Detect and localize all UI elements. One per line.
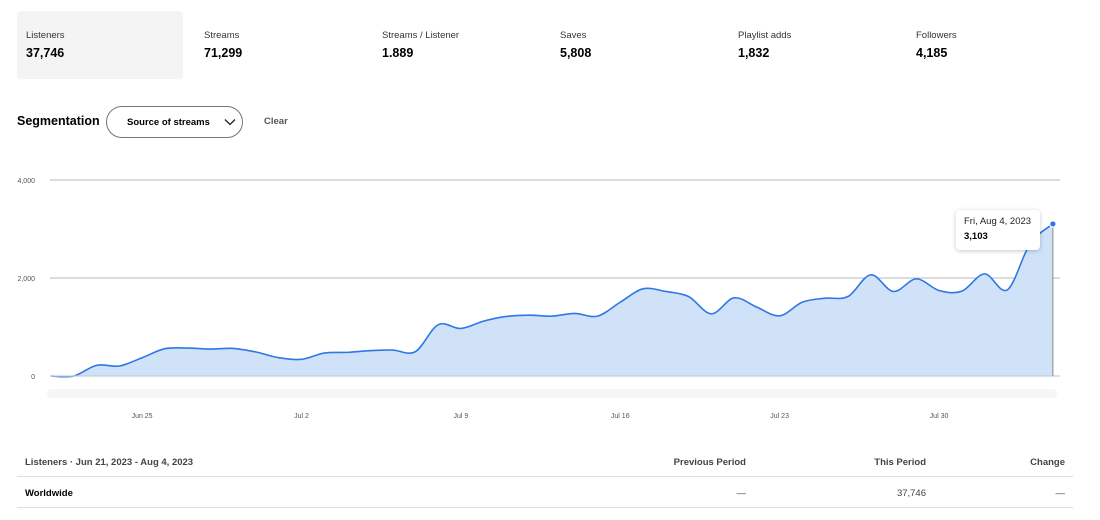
table-header-previous[interactable]: Previous Period — [674, 457, 746, 468]
metric-value: 1,832 — [738, 46, 770, 60]
metric-label: Streams / Listener — [382, 30, 460, 41]
listeners-chart[interactable]: 0 2,000 4,000 Jun 25 Jul 2 Jul 9 Jul 16 Jul 23… — [0, 160, 1100, 430]
metric-saves[interactable]: Saves 5,808 — [551, 11, 717, 79]
metric-streams-per-listener[interactable]: Streams / Listener 1.889 — [373, 11, 539, 79]
chart-scrollbar-track[interactable] — [47, 389, 1057, 398]
metric-value: 5,808 — [560, 46, 592, 60]
row-region: Worldwide — [25, 488, 73, 499]
row-change: — — [1055, 488, 1066, 499]
tooltip-date: Fri, Aug 4, 2023 — [964, 216, 1032, 227]
metric-value: 37,746 — [26, 46, 65, 60]
x-tick-label: Jul 23 — [770, 413, 789, 420]
table-row[interactable]: Worldwide — 37,746 — — [17, 477, 1073, 508]
segmentation-title: Segmentation — [17, 114, 100, 128]
metric-listeners[interactable]: Listeners 37,746 — [17, 11, 183, 79]
segmentation-dropdown[interactable]: Source of streams — [106, 106, 243, 138]
metric-label: Followers — [916, 30, 957, 41]
chart-tooltip: Fri, Aug 4, 2023 3,103 — [956, 210, 1040, 250]
x-tick-label: Jul 9 — [453, 413, 468, 420]
y-tick-label: 4,000 — [17, 178, 35, 185]
metric-label: Playlist adds — [738, 30, 792, 41]
metric-value: 4,185 — [916, 46, 948, 60]
table-header-this[interactable]: This Period — [874, 457, 926, 468]
metric-value: 1.889 — [382, 46, 414, 60]
metric-followers[interactable]: Followers 4,185 — [907, 11, 1073, 79]
metric-playlist-adds[interactable]: Playlist adds 1,832 — [729, 11, 895, 79]
x-tick-label: Jul 2 — [294, 413, 309, 420]
y-tick-label: 0 — [31, 374, 35, 381]
metric-value: 71,299 — [204, 46, 243, 60]
chart-area-fill — [51, 223, 1053, 377]
chevron-down-icon — [224, 118, 236, 126]
metric-streams[interactable]: Streams 71,299 — [195, 11, 361, 79]
table-header-title: Listeners · Jun 21, 2023 - Aug 4, 2023 — [25, 457, 194, 468]
x-tick-label: Jul 30 — [930, 413, 949, 420]
metric-label: Saves — [560, 30, 587, 41]
x-tick-label: Jul 16 — [611, 413, 630, 420]
x-tick-label: Jun 25 — [132, 413, 153, 420]
hover-point — [1049, 220, 1057, 228]
clear-button[interactable]: Clear — [264, 116, 288, 127]
table-header-row: Listeners · Jun 21, 2023 - Aug 4, 2023 P… — [17, 446, 1073, 477]
metric-label: Streams — [204, 30, 240, 41]
row-this: 37,746 — [896, 488, 926, 499]
tooltip-value: 3,103 — [964, 231, 988, 242]
y-tick-label: 2,000 — [17, 276, 35, 283]
row-previous: — — [736, 488, 747, 499]
table-header-change[interactable]: Change — [1030, 457, 1065, 468]
segmentation-dropdown-value: Source of streams — [127, 116, 210, 128]
metric-label: Listeners — [26, 30, 65, 41]
listeners-table: Listeners · Jun 21, 2023 - Aug 4, 2023 P… — [17, 446, 1073, 508]
